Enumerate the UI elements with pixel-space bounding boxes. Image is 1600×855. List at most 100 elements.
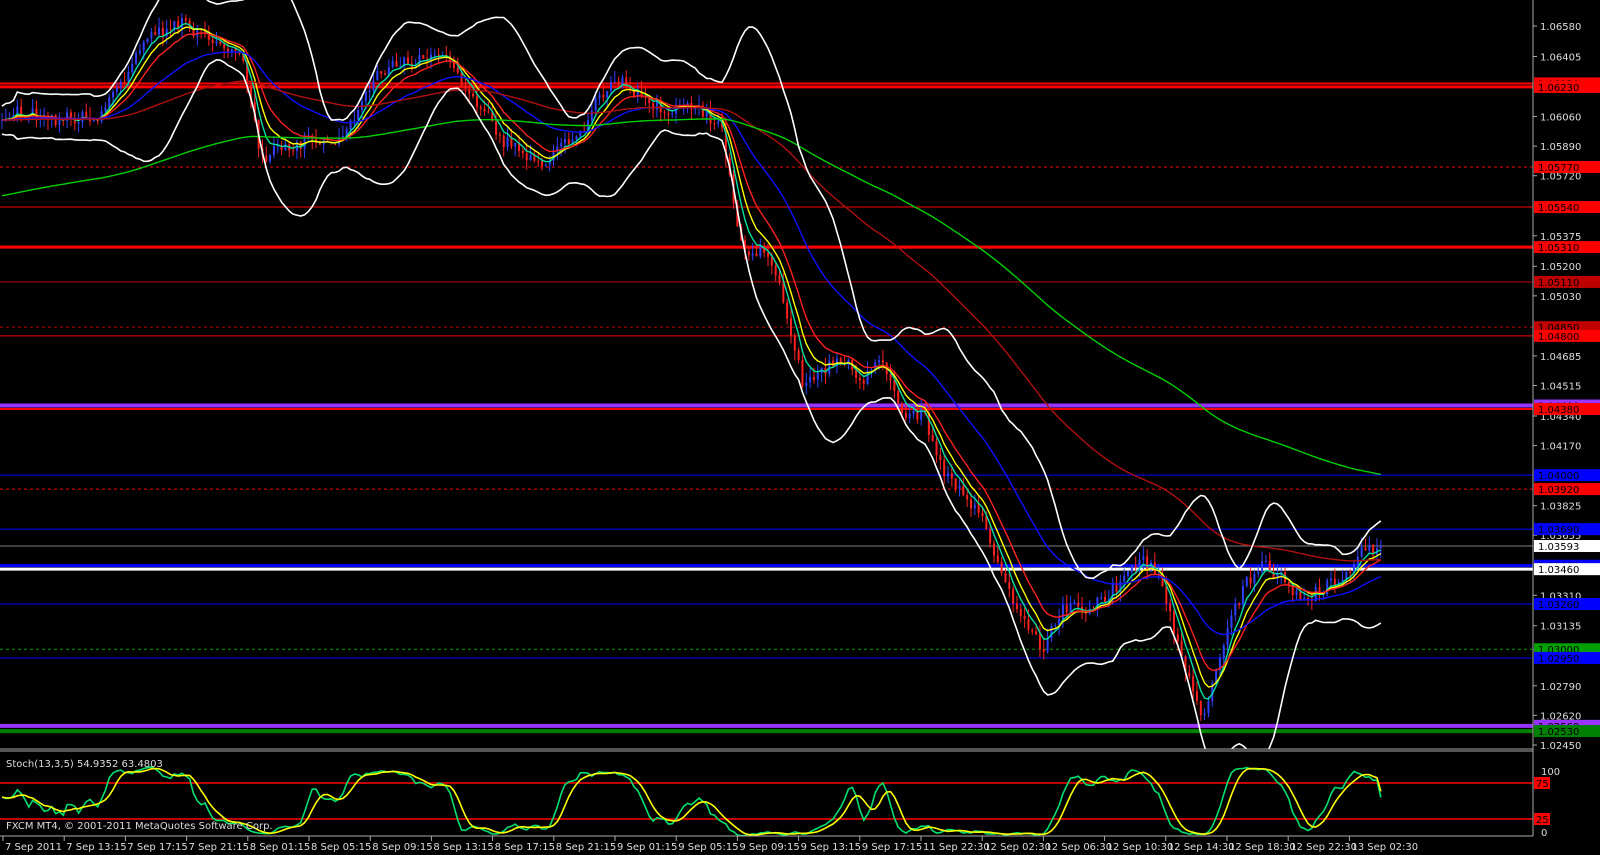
candle-body <box>793 335 796 351</box>
price-axis: 1.065801.064051.060601.058901.057201.053… <box>1533 22 1581 752</box>
candle-body <box>881 360 884 363</box>
time-tick-label: 9 Sep 17:15 <box>862 842 922 853</box>
time-tick-label: 8 Sep 09:15 <box>372 842 432 853</box>
candle-body <box>713 123 716 125</box>
candle-body <box>839 358 842 363</box>
time-tick-label: 9 Sep 05:15 <box>678 842 738 853</box>
candle-body <box>1207 701 1210 714</box>
candle-body <box>479 107 482 109</box>
candle-body <box>759 246 762 257</box>
price-tick-label: 1.05890 <box>1540 142 1581 153</box>
candle-body <box>502 135 505 148</box>
candle-body <box>958 485 961 489</box>
candle-body <box>1054 625 1057 627</box>
candle-body <box>594 98 597 111</box>
candle-body <box>935 440 938 456</box>
candle-body <box>376 71 379 81</box>
candle-body <box>1368 544 1371 551</box>
candle-body <box>1222 645 1225 659</box>
candle-body <box>472 93 475 97</box>
candle-body <box>1058 618 1061 626</box>
stoch-axis-100: 100 <box>1541 767 1560 778</box>
candle-body <box>334 144 337 146</box>
candle-body <box>464 85 467 89</box>
candle-body <box>598 94 601 99</box>
candle-body <box>1234 603 1237 616</box>
candle-body <box>1123 575 1126 582</box>
candle-body <box>529 154 532 161</box>
candle-body <box>1199 700 1202 716</box>
price-tick-label: 1.04515 <box>1540 382 1581 393</box>
candle-body <box>475 96 478 108</box>
price-tick-label: 1.03825 <box>1540 502 1581 513</box>
candle-body <box>789 318 792 336</box>
candle-body <box>663 112 666 114</box>
candle-body <box>544 164 547 167</box>
candle-body <box>901 403 904 413</box>
candle-body <box>349 120 352 130</box>
candle-body <box>353 119 356 121</box>
level-tag-label: 1.05110 <box>1538 278 1579 289</box>
candle-body <box>1238 603 1241 605</box>
candle-body <box>1012 588 1015 604</box>
candle-body <box>1127 571 1130 576</box>
ma-line-blue <box>1 51 1382 636</box>
candle-body <box>1038 634 1041 649</box>
time-tick-label: 8 Sep 21:15 <box>556 842 616 853</box>
candle-body <box>1291 586 1294 596</box>
candle-body <box>996 555 999 562</box>
candle-body <box>364 92 367 102</box>
price-tick-label: 1.05200 <box>1540 262 1581 273</box>
candle-body <box>797 350 800 361</box>
candle-body <box>1035 631 1038 635</box>
time-tick-label: 7 Sep 17:15 <box>127 842 187 853</box>
ma-line-green <box>1 118 1381 476</box>
candle-body <box>1349 572 1352 574</box>
candle-body <box>1326 580 1329 595</box>
candle-body <box>747 251 750 256</box>
candle-body <box>537 160 540 162</box>
candle-body <box>119 81 122 88</box>
candle-body <box>77 122 80 124</box>
candle-body <box>1023 615 1026 620</box>
time-tick-label: 8 Sep 01:15 <box>250 842 310 853</box>
time-tick-label: 12 Sep 02:30 <box>984 842 1051 853</box>
time-tick-label: 7 Sep 21:15 <box>189 842 249 853</box>
candle-body <box>521 150 524 154</box>
candle-body <box>1249 577 1252 584</box>
candle-body <box>671 113 674 115</box>
bollinger-lower <box>1 58 1382 763</box>
candle-body <box>115 87 118 92</box>
candle-body <box>1261 561 1264 572</box>
level-tag-label: 1.05770 <box>1538 163 1579 174</box>
candle-body <box>613 81 616 83</box>
candle-body <box>265 155 268 162</box>
level-tag-label: 1.05540 <box>1538 203 1579 214</box>
candle-body <box>969 499 972 509</box>
candle-body <box>575 136 578 140</box>
candle-body <box>498 134 501 136</box>
candle-body <box>686 102 689 105</box>
candle-body <box>1253 573 1256 584</box>
candle-body <box>150 32 153 39</box>
candle-body <box>943 460 946 477</box>
candle-body <box>230 48 233 52</box>
candle-body <box>801 360 804 386</box>
time-tick-label: 12 Sep 06:30 <box>1045 842 1112 853</box>
chart-canvas[interactable]: 1.065801.064051.060601.058901.057201.053… <box>0 0 1600 855</box>
candle-body <box>184 18 187 21</box>
candle-body <box>1027 619 1030 630</box>
level-tag-label: 1.02530 <box>1538 727 1579 738</box>
candle-body <box>1134 565 1137 568</box>
candle-body <box>1299 591 1302 600</box>
time-tick-label: 12 Sep 10:30 <box>1107 842 1174 853</box>
time-tick-label: 8 Sep 05:15 <box>311 842 371 853</box>
candle-body <box>123 81 126 83</box>
candle-body <box>981 512 984 516</box>
candle-body <box>609 81 612 91</box>
candle-body <box>564 139 567 144</box>
candle-body <box>169 28 172 30</box>
candle-body <box>1241 586 1244 605</box>
candle-body <box>1257 571 1260 574</box>
time-tick-label: 12 Sep 22:30 <box>1290 842 1357 853</box>
